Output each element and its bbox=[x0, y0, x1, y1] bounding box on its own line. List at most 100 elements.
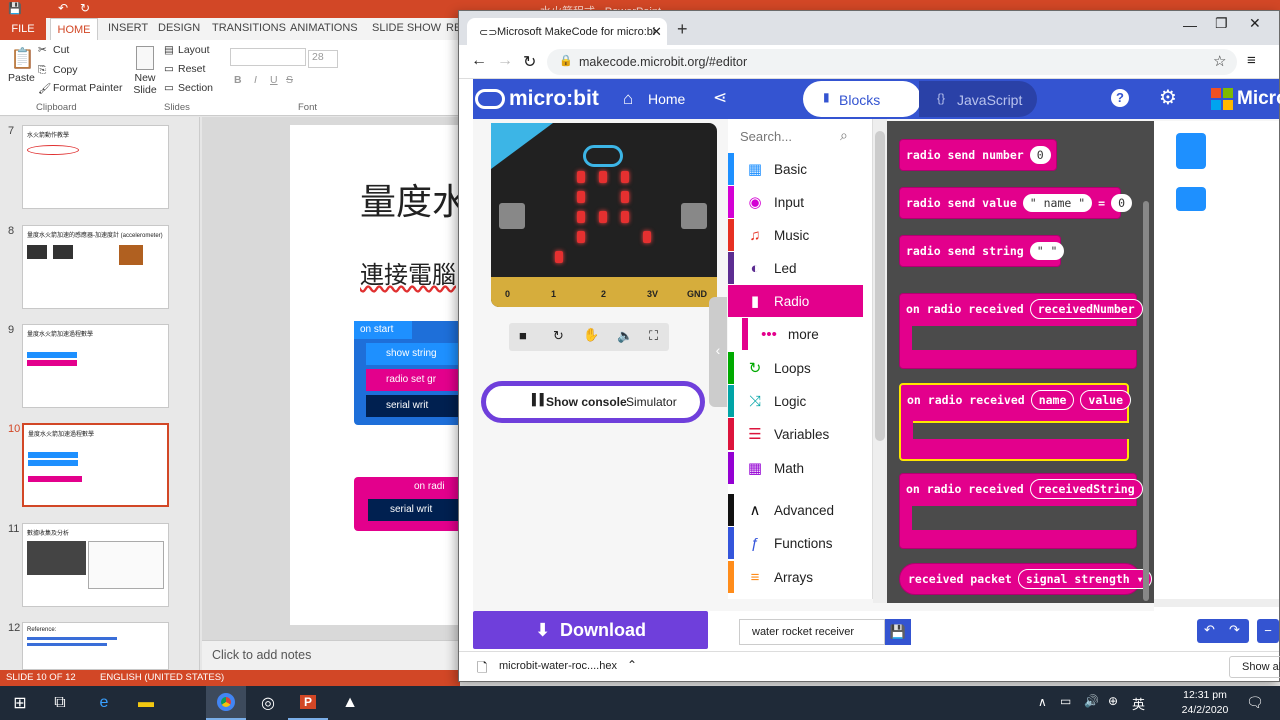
font-size-input[interactable]: 28 bbox=[308, 50, 338, 68]
pin-2-label[interactable]: 2 bbox=[601, 289, 606, 299]
fullscreen-icon[interactable]: ⛶ bbox=[649, 328, 658, 344]
toolbox-category-loops[interactable]: ↻ Loops bbox=[728, 352, 863, 384]
chevron-up-icon[interactable]: ⌃ bbox=[627, 658, 637, 672]
signal-strength-dropdown[interactable]: signal strength ▾ bbox=[1017, 569, 1152, 589]
redo-icon[interactable]: ↻ bbox=[80, 1, 90, 15]
pin-1-label[interactable]: 1 bbox=[551, 289, 556, 299]
slide-thumbnail[interactable]: 量度水火箭加速的感應器-加速度計 (accelerometer) bbox=[22, 225, 169, 309]
slide-thumbnail[interactable]: 量度水火箭加速過程數學 bbox=[22, 324, 169, 408]
font-name-input[interactable] bbox=[230, 48, 306, 66]
tab-design[interactable]: DESIGN bbox=[158, 22, 200, 34]
workspace-block[interactable] bbox=[1176, 133, 1206, 169]
cut-icon[interactable]: ✂ bbox=[38, 44, 47, 56]
toolbox-category-music[interactable]: ♫ Music bbox=[728, 219, 863, 251]
tab-file[interactable]: FILE bbox=[0, 18, 46, 40]
microsoft-logo-icon[interactable] bbox=[1211, 88, 1233, 110]
pin-0-label[interactable]: 0 bbox=[505, 289, 510, 299]
workspace-scrollbar[interactable] bbox=[1154, 599, 1279, 607]
number-input[interactable]: 0 bbox=[1029, 146, 1051, 164]
search-icon[interactable]: ⌕ bbox=[840, 127, 848, 144]
pin-gnd-label[interactable]: GND bbox=[687, 289, 707, 299]
on-radio-received-number-block[interactable]: on radio received receivedNumber bbox=[899, 293, 1143, 369]
section-icon[interactable]: ▭ bbox=[164, 82, 174, 94]
underline-icon[interactable]: U bbox=[270, 74, 278, 86]
toolbox-category-led[interactable]: ◐ Led bbox=[728, 252, 863, 284]
notifications-icon[interactable]: 🗨 bbox=[1246, 694, 1264, 711]
close-tab-icon[interactable]: ✕ bbox=[651, 24, 662, 40]
slide-thumbnail[interactable]: Reference: bbox=[22, 622, 169, 670]
format-painter-icon[interactable]: 🖌 bbox=[38, 82, 51, 95]
collapse-simulator-button[interactable]: ‹ bbox=[709, 297, 727, 407]
edge-browser-icon[interactable]: e bbox=[84, 686, 124, 720]
minimize-button[interactable]: — bbox=[1183, 17, 1197, 33]
toolbox-category-radio[interactable]: ▮ Radio bbox=[728, 285, 863, 317]
microbit-simulator[interactable]: 0 1 2 3V GND bbox=[491, 123, 717, 307]
browser-tab[interactable]: ⊂⊃ Microsoft MakeCode for micro:bi ✕ bbox=[467, 18, 667, 45]
javascript-tab[interactable]: {} JavaScript bbox=[919, 81, 1037, 117]
slide-thumbnail-selected[interactable]: 量度水火箭加速過程數學 bbox=[22, 423, 169, 507]
string-input[interactable]: " " bbox=[1029, 242, 1065, 260]
name-var[interactable]: name bbox=[1030, 390, 1075, 410]
share-icon[interactable]: ⋖ bbox=[713, 88, 727, 108]
zoom-out-button[interactable]: − bbox=[1257, 619, 1279, 643]
toolbox-scrollbar[interactable] bbox=[873, 119, 887, 603]
toolbox-category-advanced[interactable]: ∧ Advanced bbox=[728, 494, 863, 526]
button-b[interactable] bbox=[681, 203, 707, 229]
slow-mo-icon[interactable]: ✋ bbox=[583, 327, 599, 343]
simulator-face-logo-icon[interactable] bbox=[583, 145, 623, 167]
copy-button[interactable]: Copy bbox=[53, 64, 78, 76]
lock-icon[interactable]: 🔒 bbox=[559, 54, 573, 67]
tab-insert[interactable]: INSERT bbox=[108, 22, 148, 34]
value-input[interactable]: 0 bbox=[1111, 194, 1133, 212]
photos-icon[interactable]: ▲ bbox=[330, 686, 370, 720]
microbit-logo-icon[interactable] bbox=[475, 89, 505, 109]
obs-icon[interactable]: ◎ bbox=[248, 686, 288, 720]
file-explorer-icon[interactable]: ▬ bbox=[126, 686, 166, 720]
paste-button[interactable]: Paste bbox=[8, 72, 35, 84]
back-button[interactable]: ← bbox=[471, 52, 487, 70]
bookmark-star-icon[interactable]: ☆ bbox=[1213, 52, 1226, 70]
home-icon[interactable]: ⌂ bbox=[623, 89, 633, 109]
close-window-button[interactable]: ✕ bbox=[1249, 15, 1261, 32]
ime-language[interactable]: 英 bbox=[1132, 694, 1145, 713]
stop-icon[interactable]: ■ bbox=[519, 328, 527, 343]
received-packet-block[interactable]: received packet signal strength ▾ bbox=[899, 563, 1152, 595]
toolbox-scrollbar-thumb[interactable] bbox=[875, 131, 885, 441]
restart-icon[interactable]: ↻ bbox=[553, 328, 564, 344]
settings-gear-icon[interactable]: ⚙ bbox=[1159, 85, 1177, 110]
workspace[interactable] bbox=[1154, 121, 1279, 611]
tab-animations[interactable]: ANIMATIONS bbox=[290, 22, 358, 34]
maximize-button[interactable]: ❐ bbox=[1215, 15, 1228, 32]
layout-button[interactable]: Layout bbox=[178, 44, 210, 56]
toolbox-category-basic[interactable]: ▦ Basic bbox=[728, 153, 863, 185]
toolbox-category-functions[interactable]: ƒ Functions bbox=[728, 527, 863, 559]
toolbox-search[interactable]: Search... ⌕ bbox=[740, 125, 860, 149]
tab-transitions[interactable]: TRANSITIONS bbox=[212, 22, 286, 34]
format-painter-button[interactable]: Format Painter bbox=[53, 82, 122, 94]
home-button[interactable]: Home bbox=[648, 91, 685, 107]
new-slide-button[interactable]: New Slide bbox=[130, 72, 160, 96]
radio-send-number-block[interactable]: radio send number 0 bbox=[899, 139, 1057, 171]
received-number-var[interactable]: receivedNumber bbox=[1029, 299, 1143, 319]
radio-send-string-block[interactable]: radio send string " " bbox=[899, 235, 1065, 267]
toolbox-category-logic[interactable]: ⤨ Logic bbox=[728, 385, 863, 417]
clock[interactable]: 12:31 pm 24/2/2020 bbox=[1170, 689, 1240, 716]
tab-home[interactable]: HOME bbox=[50, 18, 98, 40]
ime-mode-icon[interactable]: ⊕ bbox=[1108, 694, 1118, 708]
bold-icon[interactable]: B bbox=[234, 74, 242, 86]
cut-button[interactable]: Cut bbox=[53, 44, 69, 56]
new-tab-button[interactable]: + bbox=[677, 19, 688, 40]
strikethrough-icon[interactable]: S bbox=[286, 74, 293, 86]
windows-start-icon[interactable]: ⊞ bbox=[0, 686, 40, 720]
undo-icon[interactable]: ↶ bbox=[58, 1, 68, 15]
volume-icon[interactable]: 🔊 bbox=[1084, 694, 1099, 708]
on-radio-received-string-block[interactable]: on radio received receivedString bbox=[899, 473, 1143, 549]
toolbox-category-math[interactable]: ▦ Math bbox=[728, 452, 863, 484]
help-icon[interactable]: ? bbox=[1111, 89, 1129, 107]
forward-button[interactable]: → bbox=[497, 52, 513, 70]
microbit-logo-text[interactable]: micro:bit bbox=[509, 87, 599, 111]
toolbox-category-variables[interactable]: ☰ Variables bbox=[728, 418, 863, 450]
toolbox-category-more[interactable]: ••• more bbox=[728, 318, 863, 350]
tab-slide-show[interactable]: SLIDE SHOW bbox=[372, 22, 441, 34]
download-button[interactable]: ⬇ Download bbox=[473, 611, 708, 649]
